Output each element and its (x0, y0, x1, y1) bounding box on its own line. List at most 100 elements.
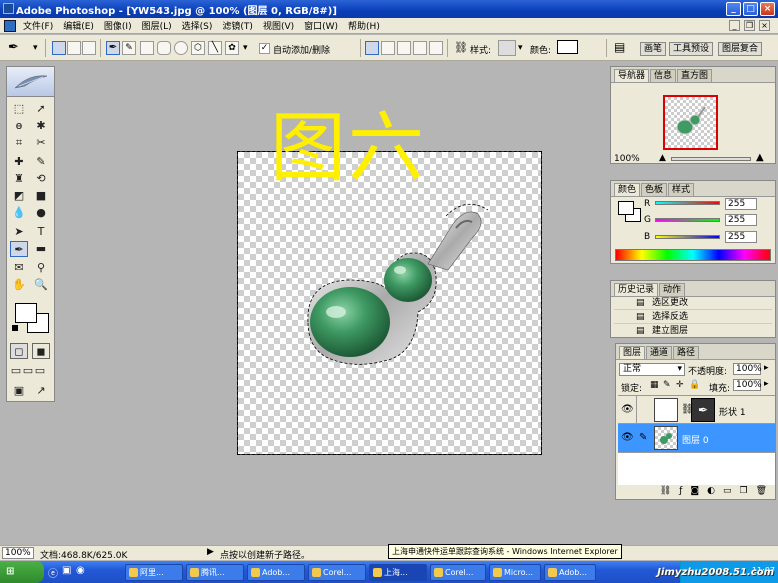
tab-swatches[interactable]: 色板 (641, 183, 668, 196)
standard-mode-icon[interactable]: ◻ (10, 343, 28, 359)
history-item[interactable]: ▤ 选择反选 (614, 310, 772, 324)
tab-navigator[interactable]: 导航器 (614, 69, 650, 82)
add-to-shape-area-button[interactable] (365, 41, 379, 55)
rectangle-icon[interactable] (140, 41, 154, 55)
quicklaunch-ie-icon[interactable]: ⓔ (48, 565, 58, 580)
rounded-rectangle-icon[interactable] (157, 41, 171, 55)
menu-window[interactable]: 窗口(W) (299, 19, 343, 32)
marquee-tool-icon[interactable]: ⬚ (10, 101, 28, 117)
eye-icon[interactable]: 👁 (621, 404, 634, 415)
hand-tool-icon[interactable]: ✋ (10, 277, 28, 293)
jump-to-imageready-icon[interactable]: ↗ (32, 383, 50, 399)
navigator-zoom-value[interactable]: 100% (614, 154, 640, 164)
green-channel-value[interactable]: 255 (725, 214, 757, 226)
taskbar-item[interactable]: Adob... (247, 563, 305, 581)
menu-view[interactable]: 视图(V) (258, 19, 299, 32)
tab-brushes[interactable]: 画笔 (640, 42, 667, 56)
tab-tool-presets[interactable]: 工具预设 (669, 42, 714, 56)
document-canvas[interactable] (237, 151, 542, 455)
taskbar-item[interactable]: Corel... (430, 563, 486, 581)
clone-stamp-tool-icon[interactable]: ♜ (10, 171, 28, 187)
tab-layers[interactable]: 图层 (619, 346, 646, 359)
quick-mask-mode-icon[interactable]: ◼ (32, 343, 50, 359)
blur-tool-icon[interactable]: 💧 (10, 205, 28, 221)
opacity-arrow-icon[interactable]: ▸ (764, 363, 769, 373)
lasso-tool-icon[interactable]: ɵ (10, 118, 28, 134)
taskbar-item[interactable]: 阿里... (125, 563, 183, 581)
blue-channel-value[interactable]: 255 (725, 231, 757, 243)
zoom-tool-icon[interactable]: 🔍 (32, 277, 50, 293)
menu-file[interactable]: 文件(F) (18, 19, 58, 32)
taskbar-item-active[interactable]: 上海... (369, 563, 427, 581)
doc-minimize-button[interactable]: _ (729, 20, 740, 31)
line-icon[interactable]: ╲ (208, 41, 222, 55)
tab-histogram[interactable]: 直方图 (677, 69, 713, 82)
color-swatch[interactable] (557, 40, 578, 54)
notes-tool-icon[interactable]: ✉ (10, 260, 28, 276)
style-dropdown-icon[interactable]: ▾ (518, 43, 523, 53)
tab-channels[interactable]: 通道 (646, 346, 673, 359)
green-channel-slider[interactable] (655, 218, 720, 222)
shape-tool-icon[interactable]: ▬ (32, 241, 50, 257)
lock-pixels-icon[interactable]: ✎ (663, 380, 671, 390)
healing-brush-tool-icon[interactable]: ✚ (10, 154, 28, 170)
freeform-pen-icon[interactable]: ✎ (122, 41, 136, 55)
color-fg-swatch[interactable] (618, 201, 634, 215)
eraser-tool-icon[interactable]: ◩ (10, 188, 28, 204)
lock-position-icon[interactable]: ✛ (676, 380, 684, 390)
red-channel-value[interactable]: 255 (725, 198, 757, 210)
gradient-tool-icon[interactable]: ■ (32, 188, 50, 204)
full-screen-mode-icon[interactable]: ▭ (34, 363, 46, 379)
pen-tool-icon[interactable]: ✒ (10, 241, 28, 257)
zoom-slider[interactable] (671, 157, 751, 161)
layer-mask-icon[interactable]: ◙ (690, 486, 699, 499)
combine-button[interactable] (429, 41, 443, 55)
quicklaunch-desktop-icon[interactable]: ▣ (62, 565, 71, 576)
menu-layer[interactable]: 图层(L) (137, 19, 177, 32)
custom-shape-icon[interactable]: ✿ (225, 41, 239, 55)
default-colors-icon[interactable] (12, 325, 18, 331)
pen-icon[interactable]: ✒ (106, 41, 120, 55)
lock-transparency-icon[interactable]: ▦ (650, 380, 659, 390)
quicklaunch-media-icon[interactable]: ◉ (76, 565, 85, 576)
status-zoom-input[interactable]: 100% (2, 547, 34, 559)
move-tool-icon[interactable]: ➚ (32, 101, 50, 117)
history-brush-tool-icon[interactable]: ⟲ (32, 171, 50, 187)
layer-row-shape[interactable]: 👁 ⛓ ✒ 形状 1 (618, 395, 775, 425)
taskbar-item[interactable]: Corel... (308, 563, 366, 581)
opacity-input[interactable]: 100% (733, 363, 762, 375)
menu-edit[interactable]: 编辑(E) (58, 19, 99, 32)
style-picker[interactable] (498, 40, 516, 56)
tab-info[interactable]: 信息 (650, 69, 677, 82)
eyedropper-tool-icon[interactable]: ⚲ (32, 260, 50, 276)
lock-all-icon[interactable]: 🔒 (689, 380, 700, 390)
full-screen-menu-mode-icon[interactable]: ▭ (22, 363, 34, 379)
blue-channel-slider[interactable] (655, 235, 720, 239)
trash-icon[interactable]: 🗑 (756, 486, 767, 499)
paths-button[interactable] (67, 41, 81, 55)
shape-layers-button[interactable] (52, 41, 66, 55)
status-arrow-icon[interactable]: ▶ (207, 547, 214, 557)
subtract-from-shape-area-button[interactable] (381, 41, 395, 55)
pen-tool-preset-icon[interactable]: ✒ (8, 40, 19, 55)
menu-image[interactable]: 图像(I) (99, 19, 137, 32)
tab-styles[interactable]: 样式 (668, 183, 695, 196)
polygon-icon[interactable]: ⬡ (191, 41, 205, 55)
palette-well-icon[interactable]: ▤ (614, 40, 625, 54)
maximize-button[interactable]: □ (743, 2, 758, 16)
toolbox-header[interactable] (7, 67, 54, 97)
doc-restore-button[interactable]: ❐ (744, 20, 755, 31)
history-item[interactable]: ▤ 建立图层 (614, 324, 772, 337)
document-icon[interactable] (4, 19, 16, 32)
imageready-icon[interactable]: ▣ (10, 383, 28, 399)
tab-paths[interactable]: 路径 (673, 346, 700, 359)
layer-row-layer0[interactable]: 👁 ✎ 图层 0 (618, 424, 775, 453)
link-icon[interactable]: ⛓ (454, 41, 468, 54)
adjustment-layer-icon[interactable]: ◐ (707, 486, 715, 499)
auto-add-delete-checkbox[interactable]: ✓ (259, 43, 270, 54)
zoom-out-icon[interactable]: ▲ (659, 153, 666, 163)
eye-icon[interactable]: 👁 (621, 432, 634, 443)
menu-filter[interactable]: 滤镜(T) (217, 19, 258, 32)
type-tool-icon[interactable]: T (32, 224, 50, 240)
blend-mode-select[interactable]: 正常 ▾ (619, 363, 685, 376)
